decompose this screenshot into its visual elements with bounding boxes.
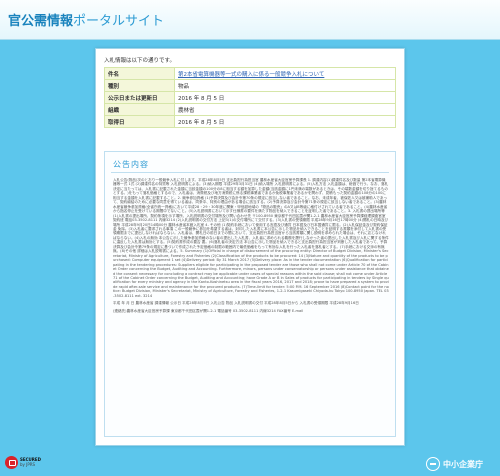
row-value: 第2本省電算機器等一式の購入に係る一般競争入札について	[174, 67, 396, 80]
seal-line-2: by JPRS	[20, 462, 36, 467]
tender-info-table: 件名 第2本省電算機器等一式の購入に係る一般競争入札について 種別 物品 公示日…	[104, 67, 396, 128]
notice-paragraph: 入札公告(物品)次のとおり一般競争入札に付します。平成28年8月5日 支出負担行…	[113, 178, 389, 298]
site-title[interactable]: 官公需情報ポータルサイト	[8, 10, 164, 29]
site-title-main: 官公需情報	[8, 14, 74, 29]
table-row: 公示日または更新日 2016 年 8 月 5 日	[104, 91, 396, 104]
site-title-sub: ポータルサイト	[73, 14, 165, 29]
agency-name: 中小企業庁	[443, 459, 483, 469]
intro-text: 入札情報は以下の通りです。	[104, 58, 175, 64]
notice-divider	[111, 172, 389, 173]
header-bar: 官公需情報ポータルサイト	[0, 0, 500, 40]
lock-icon	[5, 455, 18, 469]
agency-logo[interactable]: 中小企業庁	[426, 457, 483, 471]
row-label: 件名	[104, 67, 175, 80]
notice-paragraph: 平成 年 月 日 農林水産省 調達情報 公示日 平成28年8月5日 入札公告 物…	[113, 301, 359, 306]
row-value: 物品	[174, 79, 396, 92]
notice-title: 公告内容	[113, 160, 149, 169]
row-value: 農林省	[174, 103, 396, 116]
row-label: 種別	[104, 79, 175, 92]
seal-text: SECURED by JPRS	[20, 457, 41, 467]
notice-panel: 公告内容 入札公告(物品)次のとおり一般競争入札に付します。平成28年8月5日 …	[104, 151, 396, 437]
tender-title-link[interactable]: 第2本省電算機器等一式の購入に係る一般競争入札について	[178, 72, 324, 78]
row-label: 組織	[104, 103, 175, 116]
row-label: 取得日	[104, 115, 175, 128]
tender-card: 入札情報は以下の通りです。 件名 第2本省電算機器等一式の購入に係る一般競争入札…	[95, 48, 405, 446]
jprs-seal[interactable]: SECURED by JPRS	[5, 452, 49, 472]
agency-mark-icon	[426, 457, 440, 471]
notice-paragraph: (連絡先)農林水産省大臣官房予算課 東京都千代田区霞が関1-2-1 電話番号 0…	[113, 308, 304, 313]
table-row: 取得日 2016 年 8 月 5 日	[104, 115, 396, 128]
table-row: 件名 第2本省電算機器等一式の購入に係る一般競争入札について	[104, 67, 396, 80]
notice-body: 入札公告(物品)次のとおり一般競争入札に付します。平成28年8月5日 支出負担行…	[113, 178, 389, 434]
row-value: 2016 年 8 月 5 日	[174, 115, 396, 128]
row-value: 2016 年 8 月 5 日	[174, 91, 396, 104]
table-row: 種別 物品	[104, 79, 396, 92]
row-label: 公示日または更新日	[104, 91, 175, 104]
table-row: 組織 農林省	[104, 103, 396, 116]
